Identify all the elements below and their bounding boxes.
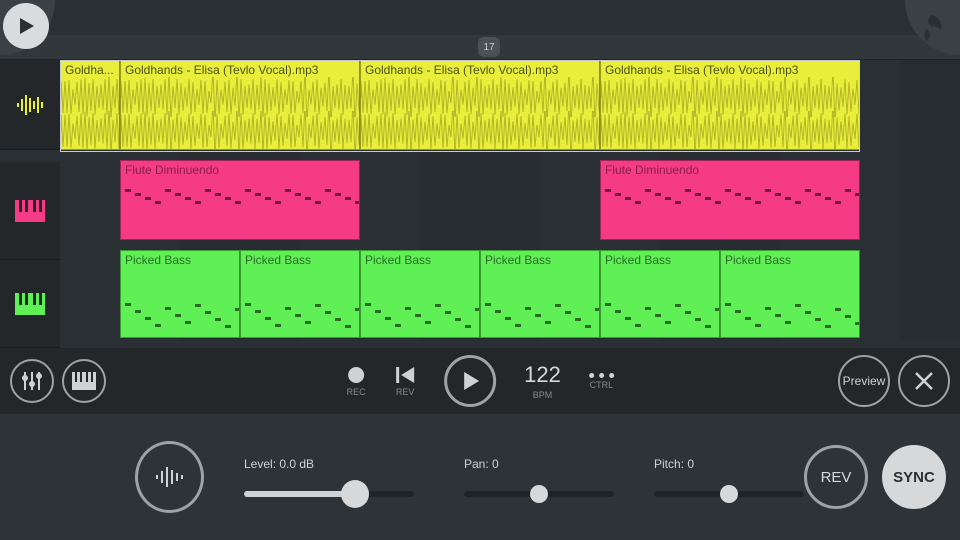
clip-label: Picked Bass [485,253,595,267]
midi-notes [125,273,235,331]
skip-start-icon [394,365,416,385]
pan-slider[interactable] [464,491,614,497]
rec-label: REC [347,387,366,397]
piano-icon [15,200,45,222]
rev-label: REV [821,469,852,486]
close-button[interactable] [898,355,950,407]
rev-button[interactable]: REV [804,445,868,509]
ctrl-label: CTRL [590,380,614,390]
clip-label: Picked Bass [725,253,855,267]
rewind-button[interactable]: REV [394,365,416,397]
midi-notes [605,183,855,233]
clip[interactable]: Picked Bass [360,250,480,338]
rev-label: REV [396,387,415,397]
pan-label: Pan: 0 [464,457,614,471]
close-icon [913,370,935,392]
midi-notes [245,273,355,331]
waveform-icon [15,93,45,117]
mixer-button[interactable] [10,359,54,403]
track-lane-2[interactable]: Flute Diminuendo Flute Diminuendo [60,160,960,240]
clip[interactable]: Picked Bass [720,250,860,338]
clip[interactable]: Picked Bass [600,250,720,338]
clip-label: Picked Bass [125,253,235,267]
bpm-label: BPM [533,390,553,400]
record-icon [346,365,366,385]
record-button[interactable]: REC [346,365,366,397]
selection-outline [60,60,860,152]
level-slider[interactable] [244,491,414,497]
preview-button[interactable]: Preview [838,355,890,407]
midi-notes [125,183,355,233]
preview-label: Preview [843,374,886,388]
clip[interactable]: Picked Bass [480,250,600,338]
sample-preview-button[interactable] [135,441,204,513]
playhead-marker[interactable]: 17 [478,37,500,57]
clip-label: Picked Bass [245,253,355,267]
sync-label: SYNC [893,469,935,486]
track-lane-3[interactable]: Picked Bass Picked Bass Picked Bass Picked … [60,250,960,338]
pitch-slider[interactable] [654,491,804,497]
midi-notes [485,273,595,331]
clip-label: Flute Diminuendo [125,163,355,177]
clip-properties-panel: Level: 0.0 dB Pan: 0 Pitch: 0 REV SYNC [0,414,960,540]
bar-number: 17 [483,42,494,53]
midi-notes [605,273,715,331]
clip-label: Flute Diminuendo [605,163,855,177]
timeline-ruler[interactable]: 17 [0,35,960,60]
play-button[interactable] [444,355,496,407]
piano-roll-button[interactable] [62,359,106,403]
fl-logo-icon [917,13,947,43]
ctrl-button[interactable]: CTRL [589,373,614,390]
track-header-1[interactable] [0,60,60,150]
sync-button[interactable]: SYNC [882,445,946,509]
piano-icon [72,372,96,390]
track-header-2[interactable] [0,162,60,260]
clip-label: Picked Bass [365,253,475,267]
play-button-top[interactable] [3,3,49,49]
timeline[interactable]: Goldha...Goldhands - Elisa (Tevlo Vocal)… [60,60,960,340]
more-icon [589,373,614,378]
play-icon [459,370,481,392]
play-icon [16,16,36,36]
clip[interactable]: Flute Diminuendo [600,160,860,240]
midi-notes [365,273,475,331]
clip[interactable]: Picked Bass [240,250,360,338]
midi-notes [725,273,855,331]
track-headers [0,60,60,348]
clip[interactable]: Flute Diminuendo [120,160,360,240]
bpm-value: 122 [524,362,561,388]
transport-bar: REC REV 122 BPM CTRL Preview [0,348,960,414]
level-label: Level: 0.0 dB [244,457,414,471]
pitch-label: Pitch: 0 [654,457,804,471]
waveform-icon [154,464,186,490]
track-header-3[interactable] [0,260,60,348]
piano-icon [15,293,45,315]
clip-label: Picked Bass [605,253,715,267]
sliders-icon [21,370,43,392]
bpm-button[interactable]: 122 BPM [524,362,561,400]
clip[interactable]: Picked Bass [120,250,240,338]
